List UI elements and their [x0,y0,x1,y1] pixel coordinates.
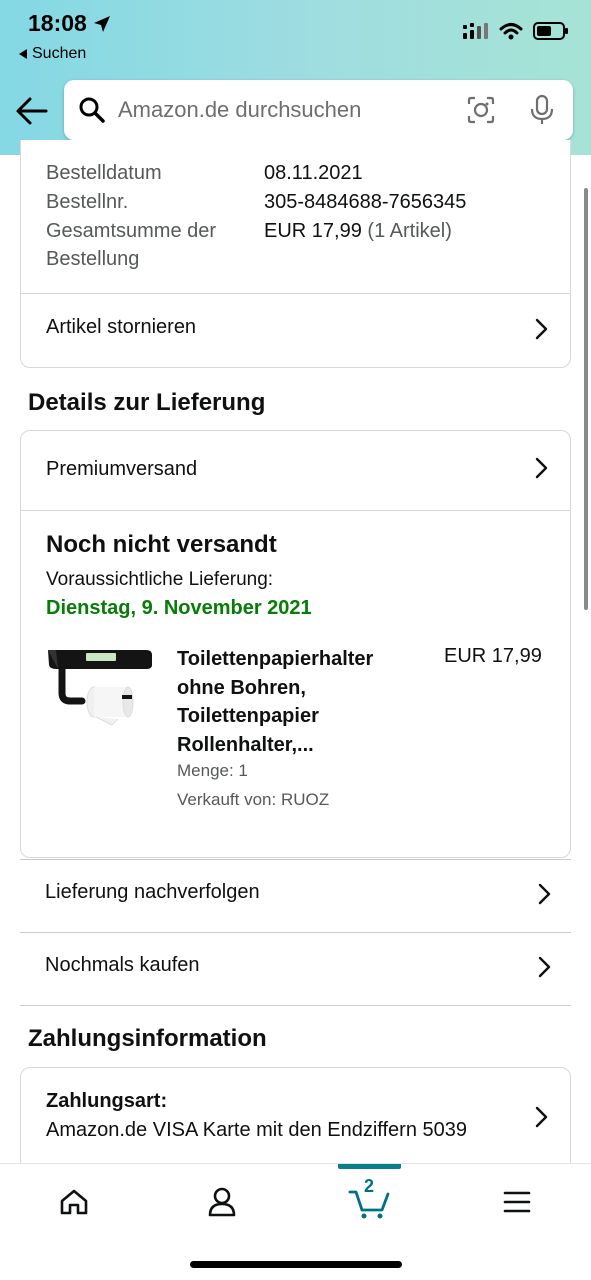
camera-search-icon[interactable] [467,96,495,124]
cancel-items-row[interactable]: Artikel stornieren [21,294,570,366]
product-quantity: Menge: 1 [177,761,248,780]
payment-section-title: Zahlungsinformation [28,1025,267,1052]
chevron-right-icon [535,457,548,479]
order-number-label: Bestellnr. [46,191,129,213]
shipping-method-row[interactable]: Premiumversand [21,431,570,509]
product-title-line: ohne Bohren, [177,676,306,699]
battery-icon [533,22,568,40]
chevron-right-icon [538,956,551,978]
order-total-label-line2: Bestellung [46,248,140,270]
back-arrow-icon[interactable] [14,94,50,128]
search-icon [79,97,105,123]
order-total-label: Gesamtsumme der [46,220,217,242]
home-indicator[interactable] [190,1261,402,1268]
expected-delivery-date: Dienstag, 9. November 2021 [46,597,312,619]
order-number-value: 305-8484688-7656345 [264,191,467,213]
order-date-value: 08.11.2021 [264,162,363,184]
back-to-app-link[interactable]: Suchen [18,45,86,63]
microphone-icon[interactable] [529,94,555,126]
order-date-label: Bestelldatum [46,162,162,184]
home-icon [60,1189,88,1215]
product-seller: Verkauft von: RUOZ [177,790,330,809]
product-title-line: Rollenhalter,... [177,733,314,756]
cellular-signal-icon [463,23,488,39]
product-price: EUR 17,99 [444,645,542,667]
menu-icon [503,1191,531,1213]
product-title[interactable]: Toilettenpapierhalter ohne Bohren, Toile… [177,645,427,759]
expected-delivery-label: Voraussichtliche Lieferung: [46,569,274,590]
shipment-status: Noch nicht versandt [46,531,277,558]
search-bar[interactable] [64,80,573,140]
product-image[interactable] [46,645,154,730]
track-delivery-label: Lieferung nachverfolgen [45,881,260,903]
buy-again-row[interactable]: Nochmals kaufen [20,933,571,1005]
shipping-method-label: Premiumversand [46,458,198,480]
back-triangle-icon [19,49,27,59]
location-arrow-icon [93,15,110,32]
track-delivery-row[interactable]: Lieferung nachverfolgen [20,860,571,932]
buy-again-label: Nochmals kaufen [45,954,200,976]
payment-card[interactable]: Zahlungsart: Amazon.de VISA Karte mit de… [20,1067,571,1177]
payment-method-label: Zahlungsart: [46,1090,168,1112]
cart-count-badge: 2 [364,1176,375,1196]
scrollbar[interactable] [584,188,588,610]
nav-account[interactable] [192,1180,252,1224]
toilet-paper-holder-image [48,650,152,726]
nav-home[interactable] [44,1180,104,1224]
chevron-right-icon [535,318,548,340]
cart-active-indicator [338,1164,401,1169]
chevron-right-icon [535,1106,548,1128]
payment-method-value: Amazon.de VISA Karte mit den Endziffern … [46,1119,467,1141]
product-title-line: Toilettenpapier [177,705,319,727]
status-icons [463,22,569,40]
wifi-icon [499,23,523,40]
product-title-line: Toilettenpapierhalter [177,648,374,670]
account-icon [208,1187,236,1217]
cancel-items-label: Artikel stornieren [46,316,197,338]
delivery-section-title: Details zur Lieferung [28,389,266,416]
chevron-right-icon [538,883,551,905]
status-time: 18:08 [28,10,111,37]
order-total-value: EUR 17,99 (1 Artikel) [264,220,452,243]
divider [20,1005,571,1006]
app-header: 18:08 Suchen [0,0,591,155]
order-item-count: (1 Artikel) [367,220,452,242]
search-input[interactable] [118,97,448,123]
divider [21,510,570,511]
nav-menu[interactable] [487,1180,547,1224]
order-total-amount: EUR 17,99 [264,220,362,242]
